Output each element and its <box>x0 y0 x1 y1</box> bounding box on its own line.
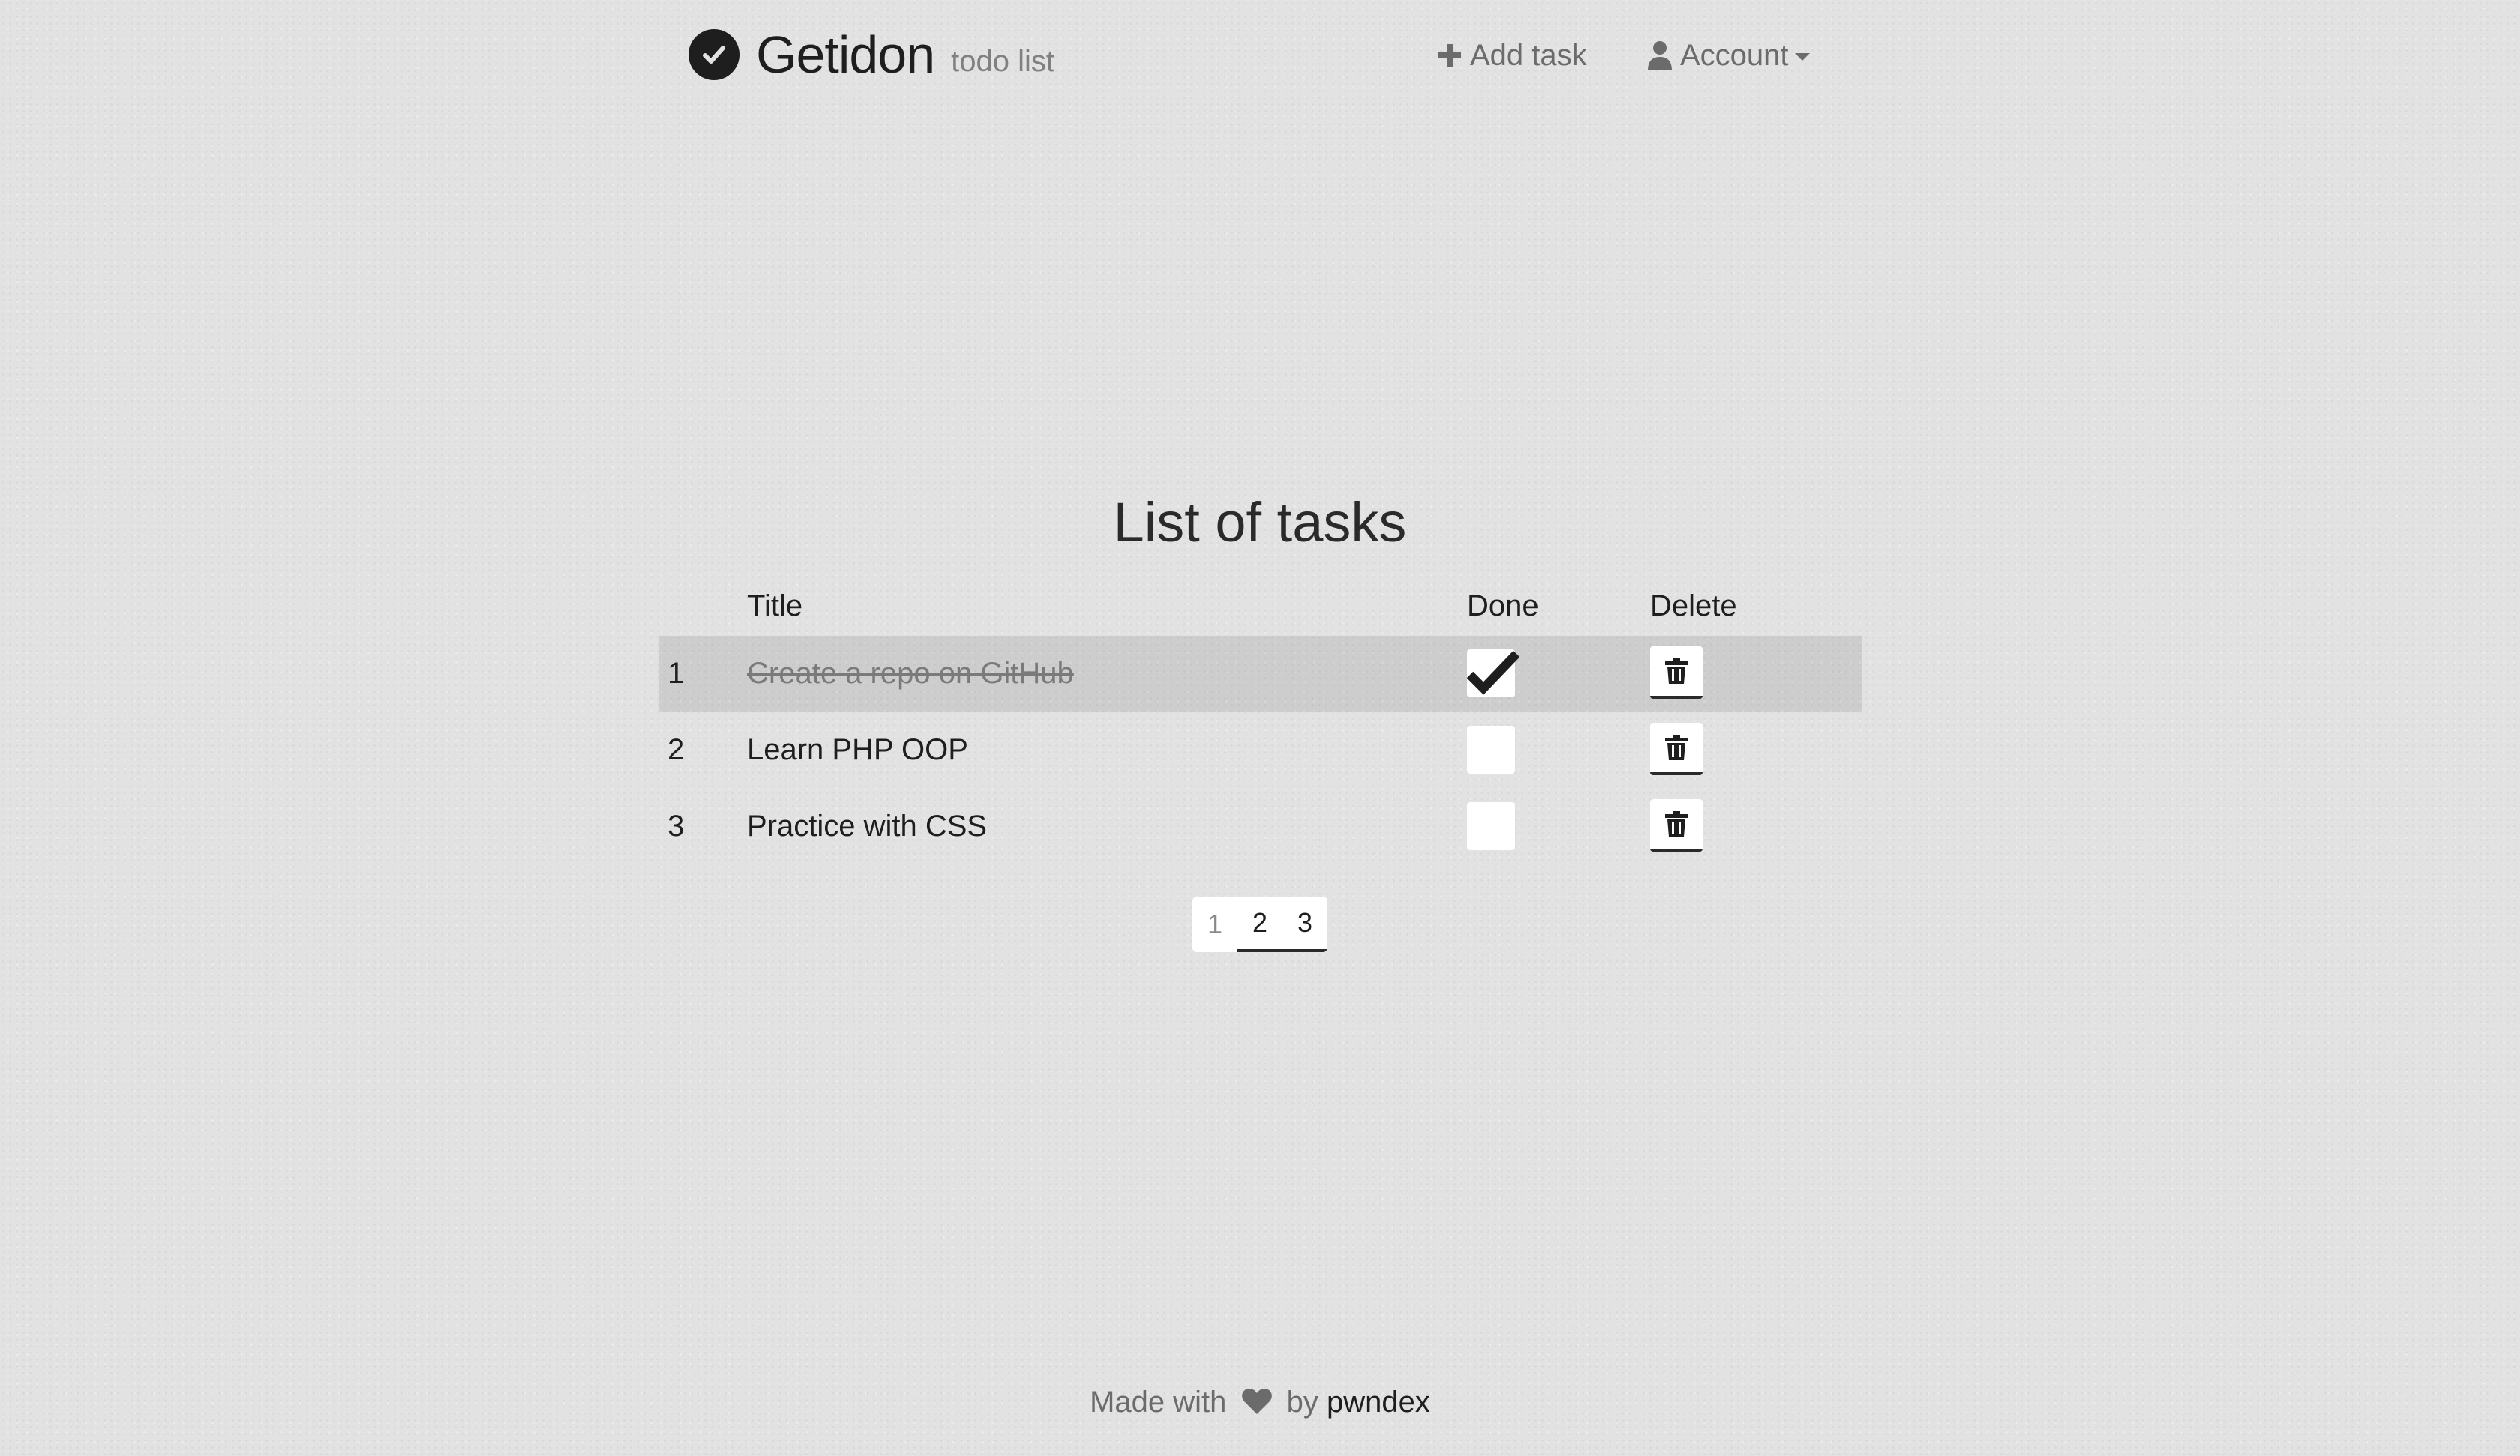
table-row: 3 Practice with CSS <box>658 789 1862 865</box>
delete-button[interactable] <box>1650 646 1702 699</box>
column-header-title: Title <box>747 589 803 622</box>
pagination: 1 2 3 <box>1192 897 1328 952</box>
navbar: Getidon todo list Add task Account <box>0 0 2520 112</box>
task-table: Title Done Delete 1 Create a repo on Git… <box>658 583 1862 865</box>
done-checkbox[interactable] <box>1467 726 1515 774</box>
done-checkbox[interactable] <box>1467 802 1515 850</box>
page-link-2[interactable]: 2 <box>1238 897 1282 952</box>
check-circle-icon <box>688 29 740 80</box>
task-title: Create a repo on GitHub <box>747 657 1074 690</box>
brand-link[interactable]: Getidon todo list <box>688 28 1054 81</box>
footer-by: by <box>1286 1386 1318 1419</box>
trash-icon <box>1665 811 1688 837</box>
delete-button[interactable] <box>1650 799 1702 852</box>
column-header-delete: Delete <box>1650 589 1737 622</box>
footer: Made with by pwndex <box>0 1387 2520 1420</box>
author-link[interactable]: pwndex <box>1327 1386 1430 1419</box>
caret-down-icon <box>1794 53 1810 61</box>
user-icon <box>1648 41 1672 70</box>
account-label: Account <box>1680 39 1789 72</box>
footer-made-with: Made with <box>1090 1386 1227 1419</box>
heart-icon <box>1241 1388 1273 1420</box>
task-number: 2 <box>668 733 685 766</box>
task-title: Practice with CSS <box>747 810 988 843</box>
task-number: 3 <box>668 810 685 843</box>
page-link-1[interactable]: 1 <box>1192 897 1238 952</box>
brand-name: Getidon <box>756 25 935 84</box>
table-row: 2 Learn PHP OOP <box>658 712 1862 789</box>
done-checkbox[interactable] <box>1467 649 1520 697</box>
table-row: 1 Create a repo on GitHub <box>658 636 1862 712</box>
plus-icon <box>1438 44 1461 67</box>
brand-tagline: todo list <box>951 45 1055 78</box>
page-title: List of tasks <box>1113 491 1407 553</box>
table-header: Title Done Delete <box>658 583 1862 636</box>
page-link-3[interactable]: 3 <box>1282 897 1328 952</box>
trash-icon <box>1665 658 1688 684</box>
task-title: Learn PHP OOP <box>747 733 968 766</box>
trash-icon <box>1665 735 1688 760</box>
checkmark-icon <box>1467 650 1520 695</box>
add-task-label: Add task <box>1470 39 1587 72</box>
column-header-done: Done <box>1467 589 1539 622</box>
account-dropdown[interactable]: Account <box>1647 40 1810 70</box>
delete-button[interactable] <box>1650 723 1702 775</box>
add-task-link[interactable]: Add task <box>1437 40 1587 70</box>
task-number: 1 <box>668 657 685 690</box>
